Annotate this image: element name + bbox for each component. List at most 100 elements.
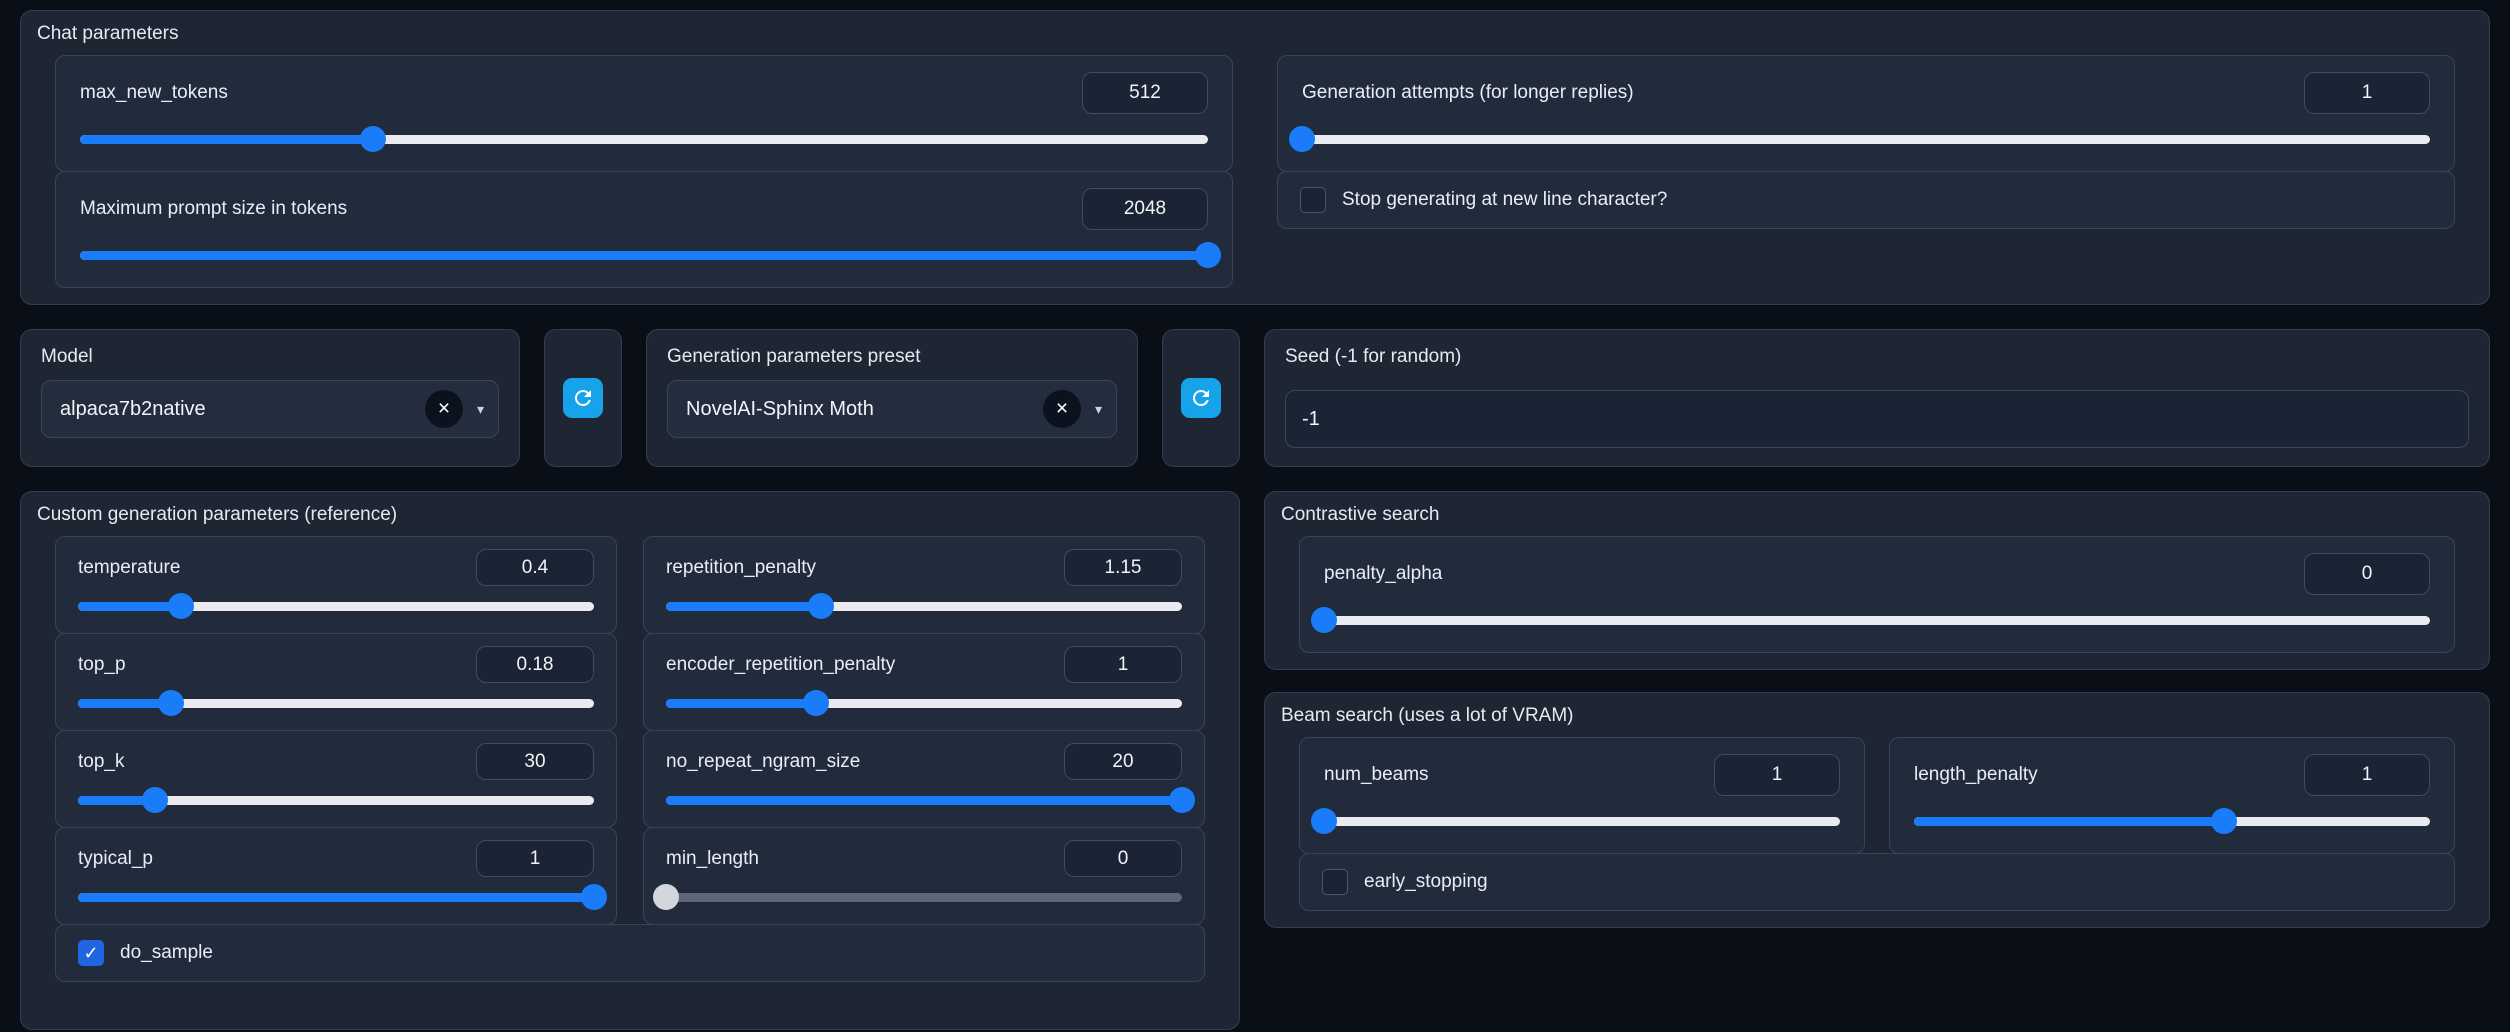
slider-handle[interactable] [168, 593, 194, 619]
no-repeat-ngram-size-slider[interactable] [666, 787, 1182, 814]
slider-fill [78, 602, 181, 611]
slider-handle[interactable] [1169, 787, 1195, 813]
top-p-slider[interactable] [78, 690, 594, 717]
top-p-label: top_p [78, 654, 126, 676]
max-prompt-size-slider[interactable] [80, 242, 1208, 269]
slider-handle[interactable] [2211, 808, 2237, 834]
contrastive-search-panel: Contrastive search penalty_alpha [1264, 491, 2490, 670]
slider-track [666, 893, 1182, 902]
slider-fill [666, 602, 821, 611]
model-panel: Model alpaca7b2native × ▾ [20, 329, 520, 467]
encoder-repetition-penalty-label: encoder_repetition_penalty [666, 654, 895, 676]
penalty-alpha-input[interactable] [2304, 553, 2430, 595]
typical-p-input[interactable] [476, 840, 594, 877]
generation-attempts-slider[interactable] [1302, 126, 2430, 153]
min-length-input[interactable] [1064, 840, 1182, 877]
generation-attempts-box: Generation attempts (for longer replies) [1277, 55, 2455, 172]
chevron-down-icon[interactable]: ▾ [477, 401, 484, 418]
max-prompt-size-box: Maximum prompt size in tokens [55, 171, 1233, 288]
num-beams-slider[interactable] [1324, 808, 1840, 835]
typical-p-slider[interactable] [78, 884, 594, 911]
preset-dropdown-value: NovelAI-Sphinx Moth [686, 398, 1029, 421]
length-penalty-slider[interactable] [1914, 808, 2430, 835]
clear-icon[interactable]: × [1043, 390, 1081, 428]
slider-fill [80, 135, 373, 144]
chat-parameters-title: Chat parameters [37, 23, 2455, 45]
slider-fill [666, 699, 816, 708]
max-new-tokens-box: max_new_tokens [55, 55, 1233, 172]
slider-handle[interactable] [1311, 607, 1337, 633]
encoder-repetition-penalty-input[interactable] [1064, 646, 1182, 683]
custom-params-panel: Custom generation parameters (reference)… [20, 491, 1240, 1030]
top-k-label: top_k [78, 751, 124, 773]
right-column: Contrastive search penalty_alpha Beam se… [1264, 491, 2490, 1030]
seed-input[interactable] [1285, 390, 2469, 448]
temperature-slider[interactable] [78, 593, 594, 620]
slider-handle[interactable] [360, 126, 386, 152]
seed-panel: Seed (-1 for random) [1264, 329, 2490, 467]
refresh-icon [571, 386, 595, 410]
repetition-penalty-slider[interactable] [666, 593, 1182, 620]
slider-handle[interactable] [1311, 808, 1337, 834]
slider-handle[interactable] [808, 593, 834, 619]
max-new-tokens-slider[interactable] [80, 126, 1208, 153]
beam-search-title: Beam search (uses a lot of VRAM) [1281, 705, 2455, 727]
slider-fill [80, 251, 1208, 260]
typical-p-box: typical_p [55, 827, 617, 925]
model-refresh-panel [544, 329, 622, 467]
model-dropdown[interactable]: alpaca7b2native × ▾ [41, 380, 499, 438]
length-penalty-box: length_penalty [1889, 737, 2455, 854]
encoder-repetition-penalty-box: encoder_repetition_penalty [643, 633, 1205, 731]
model-refresh-button[interactable] [563, 378, 603, 418]
min-length-label: min_length [666, 848, 759, 870]
do-sample-checkbox[interactable]: ✓ [78, 940, 104, 966]
slider-handle[interactable] [581, 884, 607, 910]
min-length-slider[interactable] [666, 884, 1182, 911]
generation-attempts-input[interactable] [2304, 72, 2430, 114]
stop-new-line-box: ✓ Stop generating at new line character? [1277, 171, 2455, 229]
slider-handle[interactable] [803, 690, 829, 716]
clear-icon[interactable]: × [425, 390, 463, 428]
slider-handle[interactable] [158, 690, 184, 716]
chat-parameters-panel: Chat parameters max_new_tokens [20, 10, 2490, 305]
chevron-down-icon[interactable]: ▾ [1095, 401, 1102, 418]
penalty-alpha-label: penalty_alpha [1324, 563, 1442, 585]
temperature-input[interactable] [476, 549, 594, 586]
preset-refresh-button[interactable] [1181, 378, 1221, 418]
seed-label: Seed (-1 for random) [1285, 346, 2469, 368]
parameters-page: Chat parameters max_new_tokens [0, 0, 2510, 1032]
no-repeat-ngram-size-input[interactable] [1064, 743, 1182, 780]
top-k-input[interactable] [476, 743, 594, 780]
slider-handle[interactable] [653, 884, 679, 910]
slider-handle[interactable] [1289, 126, 1315, 152]
top-p-input[interactable] [476, 646, 594, 683]
encoder-repetition-penalty-slider[interactable] [666, 690, 1182, 717]
penalty-alpha-slider[interactable] [1324, 607, 2430, 634]
repetition-penalty-label: repetition_penalty [666, 557, 816, 579]
min-length-box: min_length [643, 827, 1205, 925]
top-k-slider[interactable] [78, 787, 594, 814]
early-stopping-checkbox[interactable]: ✓ [1322, 869, 1348, 895]
generation-attempts-label: Generation attempts (for longer replies) [1302, 82, 1634, 104]
no-repeat-ngram-size-box: no_repeat_ngram_size [643, 730, 1205, 828]
max-new-tokens-input[interactable] [1082, 72, 1208, 114]
num-beams-input[interactable] [1714, 754, 1840, 796]
preset-label: Generation parameters preset [667, 346, 1117, 368]
repetition-penalty-input[interactable] [1064, 549, 1182, 586]
no-repeat-ngram-size-label: no_repeat_ngram_size [666, 751, 860, 773]
preset-panel: Generation parameters preset NovelAI-Sph… [646, 329, 1138, 467]
temperature-box: temperature [55, 536, 617, 634]
repetition-penalty-box: repetition_penalty [643, 536, 1205, 634]
slider-handle[interactable] [1195, 242, 1221, 268]
preset-dropdown[interactable]: NovelAI-Sphinx Moth × ▾ [667, 380, 1117, 438]
slider-fill [1914, 817, 2224, 826]
length-penalty-input[interactable] [2304, 754, 2430, 796]
max-prompt-size-input[interactable] [1082, 188, 1208, 230]
length-penalty-label: length_penalty [1914, 764, 2038, 786]
slider-handle[interactable] [142, 787, 168, 813]
do-sample-label: do_sample [120, 942, 213, 964]
top-k-box: top_k [55, 730, 617, 828]
custom-params-title: Custom generation parameters (reference) [37, 504, 1205, 526]
stop-new-line-checkbox[interactable]: ✓ [1300, 187, 1326, 213]
check-icon: ✓ [1305, 190, 1320, 211]
